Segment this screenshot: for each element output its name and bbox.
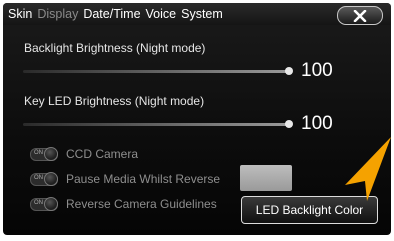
tab-display[interactable]: Display [37, 7, 78, 21]
tab-bar: Skin Display Date/Time Voice System [3, 3, 391, 25]
backlight-slider-handle[interactable] [285, 67, 293, 75]
key-led-brightness-value: 100 [301, 113, 333, 134]
toggle-knob [44, 171, 58, 186]
key-led-brightness-label: Key LED Brightness (Night mode) [24, 94, 205, 108]
close-x-icon [353, 9, 367, 22]
tab-voice[interactable]: Voice [146, 7, 177, 21]
reverse-guidelines-label: Reverse Camera Guidelines [66, 197, 217, 211]
backlight-slider-track[interactable] [23, 70, 289, 73]
settings-screen: Skin Display Date/Time Voice System Back… [3, 3, 391, 235]
key-led-slider-handle[interactable] [285, 120, 293, 128]
ccd-camera-row: ON CCD Camera [30, 146, 139, 161]
ccd-camera-label: CCD Camera [66, 147, 139, 161]
toggle-state-text: ON [34, 149, 43, 156]
backlight-brightness-label: Backlight Brightness (Night mode) [24, 41, 206, 55]
toggle-knob [44, 146, 58, 161]
backlight-brightness-value: 100 [301, 60, 333, 81]
reverse-guidelines-toggle[interactable]: ON [30, 196, 58, 211]
tab-date-time[interactable]: Date/Time [83, 7, 140, 21]
toggle-state-text: ON [34, 199, 43, 206]
toggle-state-text: ON [34, 174, 43, 181]
pause-media-toggle[interactable]: ON [30, 171, 58, 186]
reverse-guidelines-row: ON Reverse Camera Guidelines [30, 196, 217, 211]
close-button[interactable] [337, 6, 383, 25]
tab-system[interactable]: System [181, 7, 223, 21]
toggle-knob [44, 196, 58, 211]
pointer-arrow-icon [345, 137, 391, 201]
pause-media-label: Pause Media Whilst Reverse [66, 172, 221, 186]
pause-media-row: ON Pause Media Whilst Reverse [30, 171, 221, 186]
key-led-slider-track[interactable] [23, 123, 289, 126]
tab-skin[interactable]: Skin [8, 7, 32, 21]
led-color-swatch [240, 165, 292, 191]
ccd-camera-toggle[interactable]: ON [30, 146, 58, 161]
